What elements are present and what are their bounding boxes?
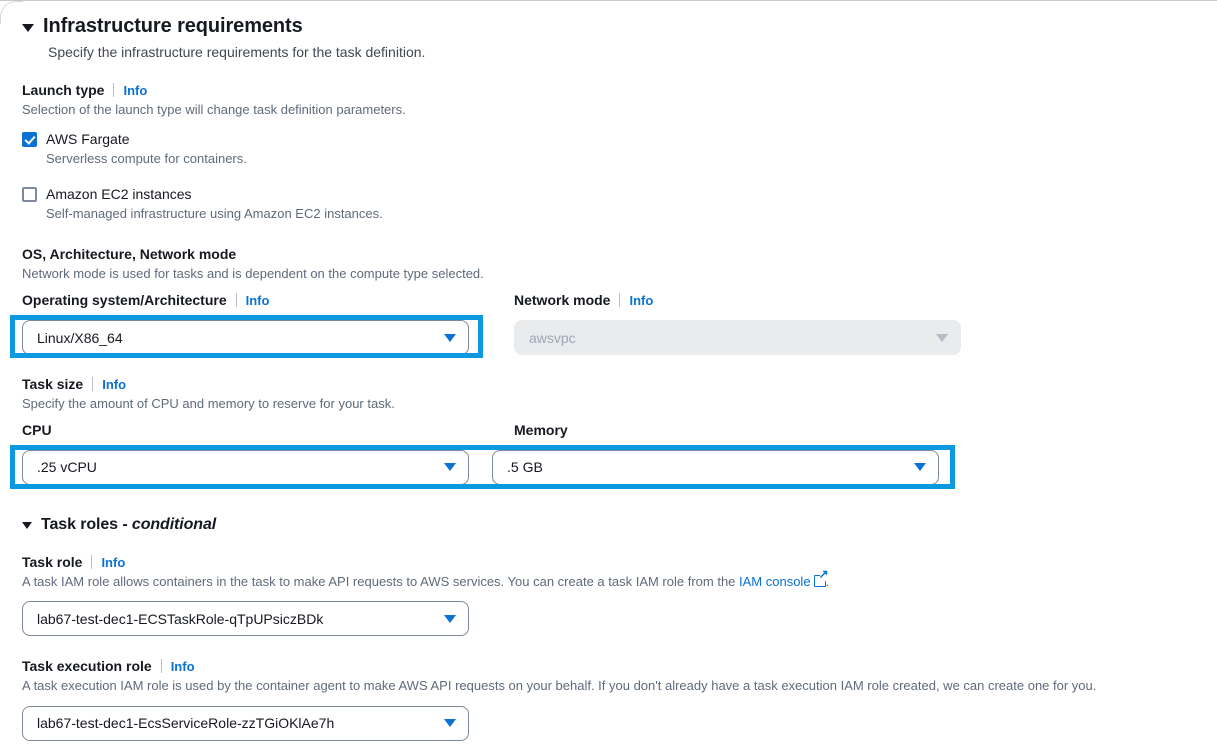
card-corner-decoration <box>0 1 23 24</box>
label-divider <box>92 377 94 392</box>
network-mode-label: Network mode <box>514 292 611 309</box>
external-link-icon[interactable] <box>813 568 829 587</box>
network-mode-value: awsvpc <box>529 329 576 346</box>
launch-type-option-ec2[interactable]: Amazon EC2 instances Self-managed infras… <box>22 184 1197 223</box>
memory-value: .5 GB <box>507 459 543 476</box>
label-divider <box>160 659 162 674</box>
launch-type-label: Launch type <box>22 82 105 98</box>
section-title-infrastructure: Infrastructure requirements <box>43 15 303 37</box>
checkbox-description-amazon-ec2-instances: Self-managed infrastructure using Amazon… <box>46 205 383 221</box>
memory-label: Memory <box>514 421 568 438</box>
task-size-label-row: Task size Info <box>22 375 1197 392</box>
cpu-label: CPU <box>22 421 52 438</box>
checkbox-amazon-ec2-instances[interactable] <box>22 186 37 202</box>
operating-system-architecture-info-link[interactable]: Info <box>246 293 270 308</box>
task-size-label: Task size <box>22 376 84 393</box>
section-header-task-roles[interactable]: Task roles - conditional <box>22 516 1197 534</box>
operating-system-architecture-label: Operating system/Architecture <box>22 292 227 309</box>
launch-type-option-fargate[interactable]: AWS Fargate Serverless compute for conta… <box>22 129 1197 168</box>
chevron-down-icon[interactable] <box>444 614 456 623</box>
section-title-task-roles-conditional: conditional <box>131 515 217 533</box>
task-definition-infrastructure-page: Infrastructure requirements Specify the … <box>0 0 1217 747</box>
section-description-infrastructure: Specify the infrastructure requirements … <box>48 44 426 60</box>
task-execution-role-label-row: Task execution role Info <box>22 657 1197 674</box>
memory-select[interactable]: .5 GB <box>492 449 939 485</box>
task-role-info-link[interactable]: Info <box>101 555 125 570</box>
task-size-help-text: Specify the amount of CPU and memory to … <box>22 396 395 412</box>
chevron-down-icon[interactable] <box>22 23 34 32</box>
section-header-infrastructure-requirements[interactable]: Infrastructure requirements <box>22 15 1197 38</box>
task-execution-role-value: lab67-test-dec1-EcsServiceRole-zzTGiOKlA… <box>37 715 335 732</box>
label-divider <box>235 293 237 308</box>
label-divider <box>113 83 115 97</box>
chevron-down-icon[interactable] <box>22 522 32 530</box>
task-role-select[interactable]: lab67-test-dec1-ECSTaskRole-qTpUPsiczBDk <box>22 601 469 637</box>
checkbox-description-aws-fargate: Serverless compute for containers. <box>46 150 247 166</box>
task-role-help-before: A task IAM role allows containers in the… <box>22 573 740 589</box>
chevron-down-icon[interactable] <box>444 333 456 342</box>
checkbox-label-amazon-ec2-instances: Amazon EC2 instances <box>46 185 192 202</box>
launch-type-label-row: Launch type Info <box>22 81 1197 98</box>
form-content: Infrastructure requirements Specify the … <box>10 15 1197 741</box>
checkbox-label-aws-fargate: AWS Fargate <box>46 130 130 147</box>
os-architecture-network-group-help: Network mode is used for tasks and is de… <box>22 265 484 281</box>
operating-system-architecture-value: Linux/X86_64 <box>37 329 123 346</box>
cpu-select[interactable]: .25 vCPU <box>22 449 469 485</box>
chevron-down-icon[interactable] <box>444 719 456 728</box>
os-architecture-network-group-label: OS, Architecture, Network mode <box>22 245 237 262</box>
task-execution-role-help-text: A task execution IAM role is used by the… <box>22 678 1097 694</box>
task-execution-role-info-link[interactable]: Info <box>171 659 195 674</box>
network-mode-info-link[interactable]: Info <box>629 293 653 308</box>
operating-system-architecture-select[interactable]: Linux/X86_64 <box>22 320 469 356</box>
task-role-help-text: A task IAM role allows containers in the… <box>22 568 1197 591</box>
iam-console-link[interactable]: IAM console <box>739 574 811 589</box>
cpu-value: .25 vCPU <box>37 459 97 476</box>
chevron-down-icon[interactable] <box>914 463 926 472</box>
network-mode-label-row: Network mode Info <box>514 291 984 308</box>
task-role-label-row: Task role Info <box>22 553 1197 570</box>
checkbox-aws-fargate[interactable] <box>22 131 37 147</box>
task-size-info-link[interactable]: Info <box>102 377 126 392</box>
task-execution-role-label: Task execution role <box>22 658 152 675</box>
network-mode-select: awsvpc <box>514 320 961 356</box>
chevron-down-icon[interactable] <box>444 463 456 472</box>
task-role-label: Task role <box>22 553 83 570</box>
chevron-down-icon <box>936 333 948 342</box>
launch-type-info-link[interactable]: Info <box>123 83 147 98</box>
launch-type-help-text: Selection of the launch type will change… <box>22 102 406 117</box>
task-execution-role-select[interactable]: lab67-test-dec1-EcsServiceRole-zzTGiOKlA… <box>22 705 469 741</box>
task-role-value: lab67-test-dec1-ECSTaskRole-qTpUPsiczBDk <box>37 610 324 627</box>
label-divider <box>619 293 621 308</box>
operating-system-architecture-label-row: Operating system/Architecture Info <box>22 291 492 308</box>
section-title-task-roles: Task roles - conditional <box>41 515 217 533</box>
label-divider <box>91 554 93 569</box>
